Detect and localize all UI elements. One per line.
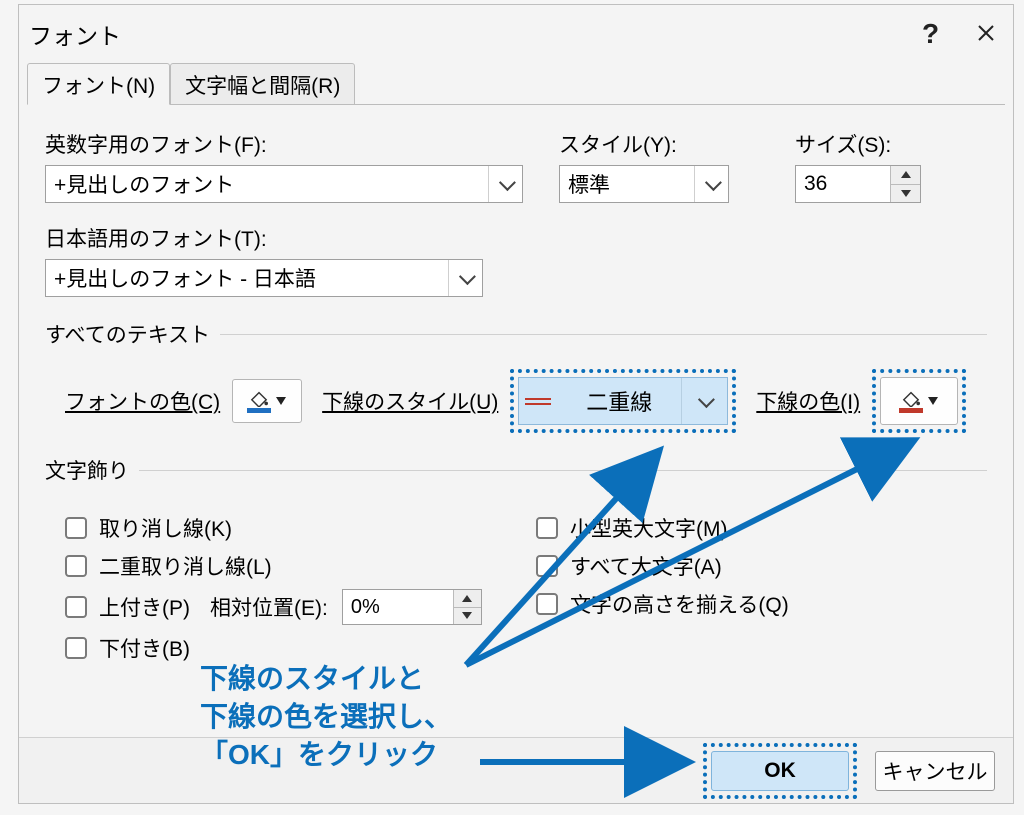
size-value: 36 (796, 166, 890, 202)
highlight-underline-color (872, 369, 966, 433)
style-value: 標準 (560, 166, 694, 202)
section-all-text: すべてのテキスト (45, 319, 987, 349)
chevron-down-icon (448, 260, 482, 296)
underline-color-picker[interactable] (880, 377, 958, 425)
paint-bucket-icon (248, 389, 270, 413)
label-size: サイズ(S): (795, 129, 891, 159)
rel-pos-down[interactable] (454, 608, 481, 625)
size-down[interactable] (891, 185, 920, 203)
checkbox-strikethrough[interactable]: 取り消し線(K) (65, 513, 516, 543)
checkbox-all-caps[interactable]: すべて大文字(A) (536, 551, 987, 581)
size-spinner[interactable]: 36 (795, 165, 921, 203)
underline-style-combo[interactable]: 二重線 (518, 377, 728, 425)
tab-font[interactable]: フォント(N) (27, 63, 170, 105)
help-icon: ? (922, 18, 939, 50)
checkbox-icon (65, 517, 87, 539)
label-underline-style: 下線のスタイル(U) (322, 386, 498, 416)
rel-pos-spinner[interactable]: 0% (342, 589, 482, 625)
size-up[interactable] (891, 166, 920, 185)
highlight-underline-style: 二重線 (510, 369, 736, 433)
font-dialog: フォント ? フォント(N) 文字幅と間隔(R) 英数字用のフォント(F): +… (18, 4, 1014, 804)
close-button[interactable] (958, 5, 1013, 63)
chevron-down-icon (694, 166, 728, 202)
tabstrip: フォント(N) 文字幅と間隔(R) (19, 63, 1013, 105)
checkbox-subscript[interactable]: 下付き(B) (65, 633, 516, 663)
checkbox-icon (536, 517, 558, 539)
highlight-ok: OK (703, 743, 857, 799)
latin-font-value: +見出しのフォント (46, 166, 488, 202)
checkbox-icon (65, 596, 87, 618)
checkbox-icon (536, 555, 558, 577)
rel-pos-value: 0% (343, 590, 453, 624)
dialog-footer: OK キャンセル (19, 737, 1013, 803)
close-icon (976, 18, 996, 50)
dialog-title: フォント (29, 17, 121, 51)
label-asian-font: 日本語用のフォント(T): (45, 223, 267, 253)
rel-pos-up[interactable] (454, 590, 481, 608)
double-line-icon (519, 378, 557, 424)
asian-font-combo[interactable]: +見出しのフォント - 日本語 (45, 259, 483, 297)
triangle-down-icon (901, 190, 911, 197)
label-style: スタイル(Y): (559, 129, 677, 159)
help-button[interactable]: ? (903, 5, 958, 63)
triangle-down-icon (276, 397, 286, 405)
checkbox-icon (65, 555, 87, 577)
underline-style-value: 二重線 (557, 385, 681, 417)
section-decor: 文字飾り (45, 455, 987, 485)
chevron-down-icon (681, 378, 727, 424)
checkbox-double-strikethrough[interactable]: 二重取り消し線(L) (65, 551, 516, 581)
checkbox-superscript[interactable]: 上付き(P) 相対位置(E): 0% (65, 589, 516, 625)
triangle-up-icon (901, 171, 911, 178)
triangle-down-icon (462, 612, 472, 619)
checkbox-small-caps[interactable]: 小型英大文字(M) (536, 513, 987, 543)
triangle-up-icon (462, 595, 472, 602)
triangle-down-icon (928, 397, 938, 405)
paint-bucket-icon (900, 389, 922, 413)
ok-button[interactable]: OK (711, 751, 849, 791)
latin-font-combo[interactable]: +見出しのフォント (45, 165, 523, 203)
label-latin-font: 英数字用のフォント(F): (45, 129, 267, 159)
chevron-down-icon (488, 166, 522, 202)
checkbox-icon (536, 593, 558, 615)
tab-spacing[interactable]: 文字幅と間隔(R) (170, 63, 355, 105)
font-color-picker[interactable] (232, 379, 302, 423)
asian-font-value: +見出しのフォント - 日本語 (46, 260, 448, 296)
titlebar: フォント ? (19, 5, 1013, 63)
style-combo[interactable]: 標準 (559, 165, 729, 203)
label-underline-color: 下線の色(I) (756, 386, 860, 416)
font-pane: 英数字用のフォント(F): +見出しのフォント スタイル(Y): 標準 サイズ(… (19, 105, 1013, 737)
cancel-button[interactable]: キャンセル (875, 751, 995, 791)
checkbox-icon (65, 637, 87, 659)
label-font-color: フォントの色(C) (65, 386, 220, 416)
checkbox-equalize-height[interactable]: 文字の高さを揃える(Q) (536, 589, 987, 619)
label-rel-pos: 相対位置(E): (210, 592, 328, 622)
